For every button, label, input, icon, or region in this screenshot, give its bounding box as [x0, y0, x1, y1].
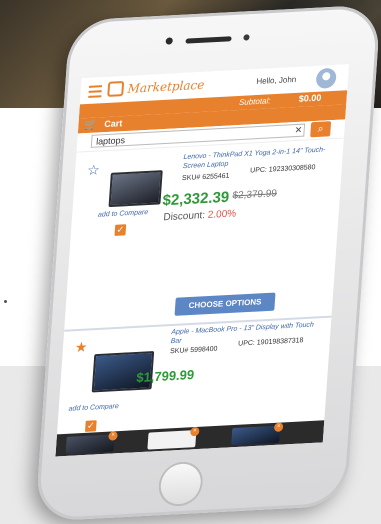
product-image[interactable]: [108, 170, 163, 208]
phone-mockup: Marketplace Hello, John Subtotal: $0.00 …: [0, 0, 381, 524]
remove-icon[interactable]: ×: [190, 426, 200, 437]
marketplace-logo-icon: [107, 80, 125, 97]
remove-icon[interactable]: ×: [273, 422, 284, 432]
compare-tray-item[interactable]: ×: [147, 426, 200, 450]
clear-search-icon[interactable]: ✕: [294, 125, 302, 136]
speaker-grille: [185, 36, 232, 44]
compare-tray-item[interactable]: ×: [65, 431, 118, 454]
cart-label: Cart: [103, 118, 123, 130]
sensor-icon: [243, 34, 250, 41]
product-card: ☆ Lenovo - ThinkPad X1 Yoga 2-in-1 14" T…: [64, 138, 344, 332]
avatar[interactable]: [315, 67, 337, 89]
app-screen: Marketplace Hello, John Subtotal: $0.00 …: [55, 64, 350, 457]
home-button[interactable]: [157, 460, 205, 508]
compare-tray-item[interactable]: ×: [231, 422, 284, 446]
compare-checkbox[interactable]: ✓: [114, 224, 127, 236]
add-to-compare-link[interactable]: add to Compare: [98, 209, 149, 219]
discount-value: 2.00%: [207, 208, 237, 221]
compare-checkbox[interactable]: ✓: [84, 420, 97, 432]
choose-options-button[interactable]: CHOOSE OPTIONS: [174, 292, 276, 316]
front-camera-icon: [165, 37, 173, 45]
add-to-compare-link[interactable]: add to Compare: [68, 403, 119, 413]
phone-body: Marketplace Hello, John Subtotal: $0.00 …: [35, 4, 381, 522]
remove-icon[interactable]: ×: [108, 431, 118, 441]
brand-name: Marketplace: [127, 77, 205, 96]
discount-label: Discount:: [163, 210, 206, 224]
product-sku: SKU# 6255461: [181, 172, 230, 183]
product-price: $1,799.99: [135, 366, 195, 386]
product-price: $2,332.39: [162, 188, 230, 210]
favorite-star-icon[interactable]: ★: [74, 339, 88, 357]
product-sku: SKU# 5998400: [169, 345, 218, 356]
cart-icon: 🛒: [83, 119, 98, 132]
product-old-price: $2,379.99: [232, 188, 278, 202]
search-button[interactable]: ⌕: [310, 121, 332, 138]
favorite-star-icon[interactable]: ☆: [87, 161, 101, 179]
subtotal-label: Subtotal:: [238, 96, 271, 108]
product-discount: Discount: 2.00%: [163, 208, 236, 223]
subtotal-value: $0.00: [298, 92, 322, 104]
menu-icon[interactable]: [88, 85, 103, 101]
greeting-text: Hello, John: [256, 74, 297, 87]
